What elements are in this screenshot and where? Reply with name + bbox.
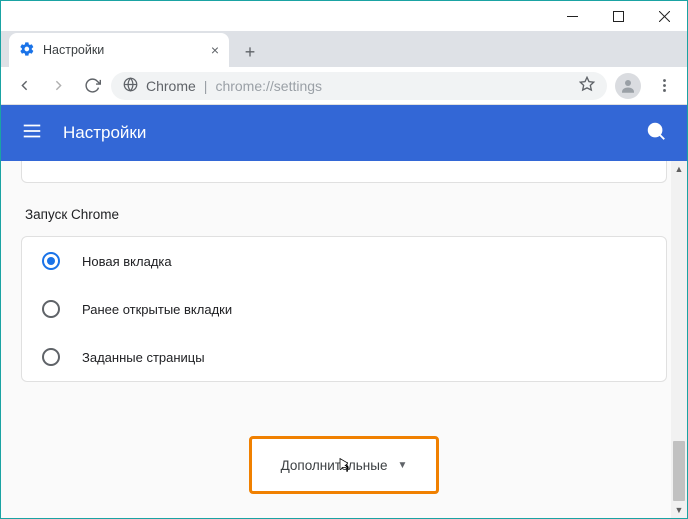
settings-content: Запуск Chrome Новая вкладка Ранее открыт… [1,161,687,518]
radio-option-continue[interactable]: Ранее открытые вкладки [22,285,666,333]
close-window-button[interactable] [641,1,687,31]
toolbar: Chrome | chrome://settings [1,67,687,105]
reload-button[interactable] [77,71,107,101]
profile-avatar[interactable] [615,73,641,99]
cursor-pointer-icon [334,456,352,479]
omnibox-separator: | [204,78,208,94]
previous-card-cutoff [21,161,667,183]
bookmark-icon[interactable] [579,76,595,95]
tab-title: Настройки [43,43,203,57]
browser-tab-settings[interactable]: Настройки × [9,33,229,67]
scrollbar-thumb[interactable] [673,441,685,501]
hamburger-menu-icon[interactable] [21,120,43,147]
section-title-startup: Запуск Chrome [25,207,687,222]
forward-button[interactable] [43,71,73,101]
maximize-button[interactable] [595,1,641,31]
radio-option-new-tab[interactable]: Новая вкладка [22,237,666,285]
startup-card: Новая вкладка Ранее открытые вкладки Зад… [21,236,667,382]
omnibox-host: Chrome [146,78,196,94]
site-info-icon[interactable] [123,77,138,95]
close-tab-icon[interactable]: × [211,42,219,58]
address-bar[interactable]: Chrome | chrome://settings [111,72,607,100]
radio-label: Заданные страницы [82,350,205,365]
vertical-scrollbar[interactable]: ▲ ▼ [671,161,687,518]
chevron-down-icon: ▼ [397,460,407,471]
gear-icon [19,41,35,60]
radio-label: Новая вкладка [82,254,172,269]
window-titlebar [1,1,687,31]
minimize-button[interactable] [549,1,595,31]
omnibox-path: chrome://settings [215,78,322,94]
search-icon[interactable] [645,120,667,147]
radio-icon [42,348,60,366]
radio-icon [42,300,60,318]
scroll-down-icon[interactable]: ▼ [671,502,687,518]
tab-strip: Настройки × + [1,31,687,67]
scroll-up-icon[interactable]: ▲ [671,161,687,177]
settings-title: Настройки [63,123,625,143]
radio-option-specific-pages[interactable]: Заданные страницы [22,333,666,381]
settings-header: Настройки [1,105,687,161]
new-tab-button[interactable]: + [235,37,265,67]
back-button[interactable] [9,71,39,101]
menu-button[interactable] [649,71,679,101]
radio-label: Ранее открытые вкладки [82,302,232,317]
advanced-toggle[interactable]: Дополнительные ▼ [249,436,439,494]
radio-icon [42,252,60,270]
